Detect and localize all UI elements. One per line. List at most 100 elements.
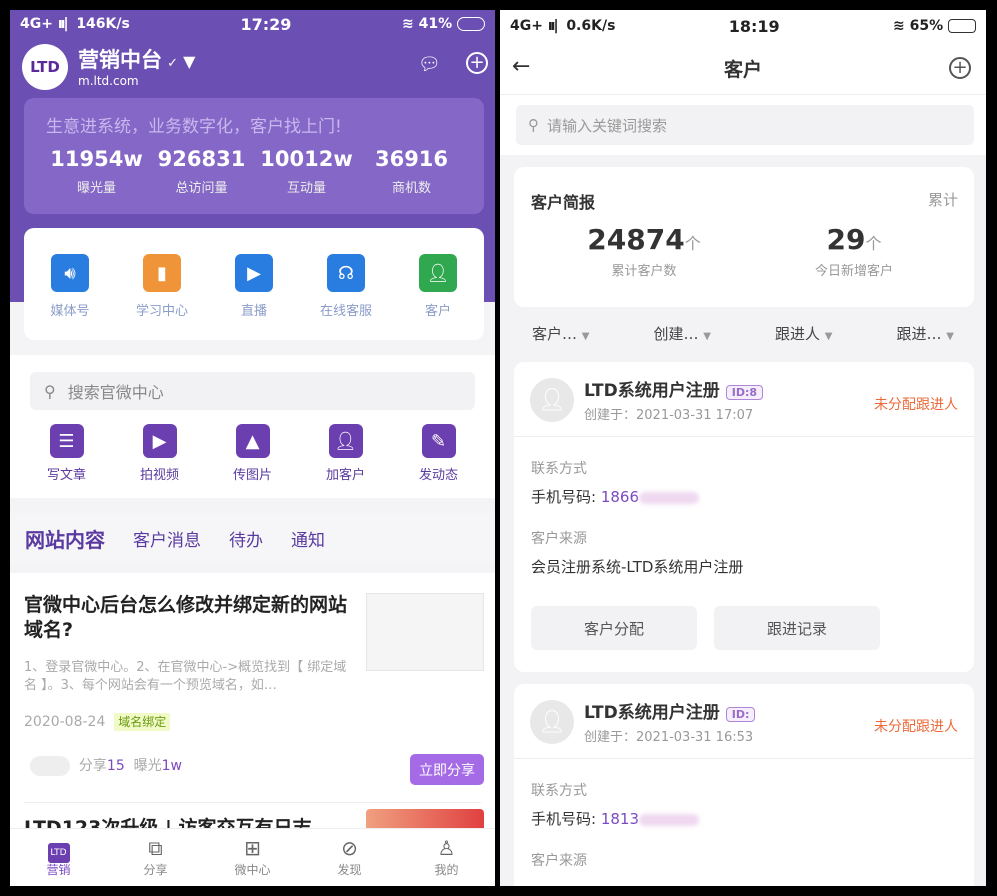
text: 29: [827, 223, 866, 256]
add-user-icon: 👤︎: [329, 424, 363, 458]
text: 个: [685, 234, 701, 253]
search-input[interactable]: ⚲搜索官微中心: [30, 372, 475, 410]
add-icon[interactable]: +: [949, 57, 971, 79]
text: 65%: [910, 18, 944, 34]
add-icon[interactable]: +: [466, 52, 488, 74]
nav-me[interactable]: ♙我的: [412, 835, 482, 886]
nav-share[interactable]: ⧉分享: [121, 835, 191, 886]
text: 加客户: [306, 464, 386, 483]
avatars-icon: [30, 756, 70, 776]
text: 2020-08-24: [24, 714, 105, 730]
text: 926831: [149, 147, 254, 171]
apps-card: 🔊︎ 媒体号 ▮学习中心 ▶直播 ☊在线客服 👤︎客户: [24, 228, 484, 340]
nav-discover[interactable]: ⊘发现: [315, 835, 385, 886]
avatar: 👤︎: [530, 700, 574, 744]
article-icon: ☰: [50, 424, 84, 458]
customers-screen: 4G+ ıı| 0.6K/s 18:19 ≋ 65% ← 客户 + ⚲请输入关键…: [500, 10, 986, 886]
text: 18:19: [615, 17, 893, 36]
contact-icon: 👤︎: [419, 254, 457, 292]
text: 11954w: [44, 147, 149, 171]
message-icon[interactable]: 💬︎: [418, 54, 441, 75]
stat-leads[interactable]: 36916商机数: [359, 147, 464, 196]
text: 营销: [24, 861, 94, 878]
filter-customer[interactable]: 客户… ▼: [532, 323, 590, 344]
tab-notifications[interactable]: 通知: [291, 526, 325, 551]
logo: LTD: [22, 44, 68, 90]
article-tag: 域名绑定: [114, 713, 170, 731]
text: LTD系统用户注册: [584, 703, 720, 723]
app-media[interactable]: 🔊︎ 媒体号: [30, 254, 110, 319]
action-upload-image[interactable]: ▲传图片: [213, 424, 293, 483]
tab-customer-messages[interactable]: 客户消息: [133, 526, 201, 551]
search-input[interactable]: ⚲请输入关键词搜索: [516, 105, 974, 145]
customer-card[interactable]: 👤︎ LTD系统用户注册ID: 创建于：2021-03-31 16:53 未分配…: [514, 684, 974, 886]
article-meta: 2020-08-24 域名绑定: [24, 713, 170, 730]
text: 发动态: [399, 464, 479, 483]
action-add-customer[interactable]: 👤︎ 加客户: [306, 424, 386, 483]
domain: m.ltd.com: [78, 74, 195, 88]
text: 创建…: [654, 325, 699, 343]
speaker-icon: 🔊︎: [51, 254, 89, 292]
book-icon: ▮: [143, 254, 181, 292]
nav-marketing[interactable]: LTD营销: [24, 835, 94, 886]
tools-section: ⚲搜索官微中心 ☰写文章 ▶拍视频 ▲传图片 👤︎ 加客户 ✎发动态: [10, 355, 495, 498]
text: 搜索官微中心: [68, 379, 164, 403]
action-record-video[interactable]: ▶拍视频: [120, 424, 200, 483]
app-live[interactable]: ▶直播: [214, 254, 294, 319]
action-write-article[interactable]: ☰写文章: [27, 424, 107, 483]
text: 客户…: [532, 325, 577, 343]
stats-banner: 生意进系统，业务数字化，客户找上门! 11954w曝光量 926831总访问量 …: [24, 98, 484, 214]
text: 客户来源: [531, 850, 587, 870]
chevron-down-icon: ▼: [183, 52, 195, 71]
stat-exposure[interactable]: 11954w曝光量: [44, 147, 149, 196]
filter-followup[interactable]: 跟进… ▼: [897, 323, 955, 344]
text: 联系方式: [531, 458, 587, 478]
text: 传图片: [213, 464, 293, 483]
battery-icon: [457, 17, 485, 31]
text: 1813: [601, 810, 639, 828]
text: 累计客户数: [574, 260, 714, 279]
text: 4G+: [510, 18, 543, 34]
text: 手机号码:: [531, 488, 596, 506]
tv-icon: ▶: [235, 254, 273, 292]
text: 分享: [79, 758, 107, 774]
customer-card[interactable]: 👤︎ LTD系统用户注册ID:8 创建于：2021-03-31 17:07 未分…: [514, 362, 974, 672]
stat-visits[interactable]: 926831总访问量: [149, 147, 254, 196]
filter-created[interactable]: 创建… ▼: [654, 323, 712, 344]
app-customers[interactable]: 👤︎客户: [398, 254, 478, 319]
wifi-icon: ≋: [893, 18, 905, 34]
share-icon: ⧉: [121, 835, 191, 861]
app-learning[interactable]: ▮学习中心: [122, 254, 202, 319]
status-bar: 4G+ ıı| 0.6K/s 18:19 ≋ 65%: [500, 12, 986, 40]
new-customers-today: 29个今日新增客户: [784, 223, 924, 279]
text: 在线客服: [306, 300, 386, 319]
status-bar: 4G+ ıı| 146K/s 17:29 ≋ 41%: [10, 10, 495, 38]
text: 跟进…: [897, 325, 942, 343]
tab-todo[interactable]: 待办: [229, 526, 263, 551]
nav-micro-center[interactable]: ⊞微中心: [218, 835, 288, 886]
account-switcher[interactable]: 营销中台 ✓ ▼ m.ltd.com: [78, 44, 195, 88]
text: 24874: [587, 223, 684, 256]
assign-customer-button[interactable]: 客户分配: [531, 606, 697, 650]
filter-bar: 客户… ▼ 创建… ▼ 跟进人 ▼ 跟进… ▼: [500, 323, 986, 344]
verified-icon: ✓: [167, 56, 178, 71]
speed: 146K/s: [76, 16, 130, 32]
customer-summary-card: 客户简报 累计 24874个累计客户数 29个今日新增客户: [514, 167, 974, 307]
text: 会员注册系统-LTD系统用户注册: [531, 556, 743, 577]
wifi-icon: ≋: [402, 16, 414, 32]
text: 0.6K/s: [566, 18, 615, 34]
signal-icon: ıı|: [58, 16, 67, 32]
text: 拍视频: [120, 464, 200, 483]
action-post[interactable]: ✎发动态: [399, 424, 479, 483]
app-support[interactable]: ☊在线客服: [306, 254, 386, 319]
text: 媒体号: [30, 300, 110, 319]
text: 发现: [315, 861, 385, 878]
article-thumbnail[interactable]: [366, 593, 484, 671]
followup-records-button[interactable]: 跟进记录: [714, 606, 880, 650]
tab-website-content[interactable]: 网站内容: [25, 524, 105, 553]
share-now-button[interactable]: 立即分享: [410, 754, 484, 785]
stat-interactions[interactable]: 10012w互动量: [254, 147, 359, 196]
filter-assignee[interactable]: 跟进人 ▼: [775, 323, 833, 344]
range-selector[interactable]: 累计: [928, 189, 958, 210]
article-title[interactable]: 官微中心后台怎么修改并绑定新的网站域名?: [24, 593, 354, 643]
